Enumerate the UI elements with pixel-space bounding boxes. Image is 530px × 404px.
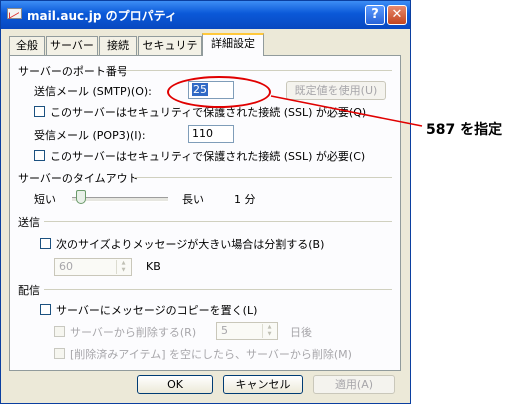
annotation-connector (270, 95, 423, 127)
annotation-line (270, 95, 423, 127)
annotation-text: 587 を指定 (426, 122, 503, 138)
tab-advanced[interactable]: 詳細設定 (202, 33, 264, 56)
